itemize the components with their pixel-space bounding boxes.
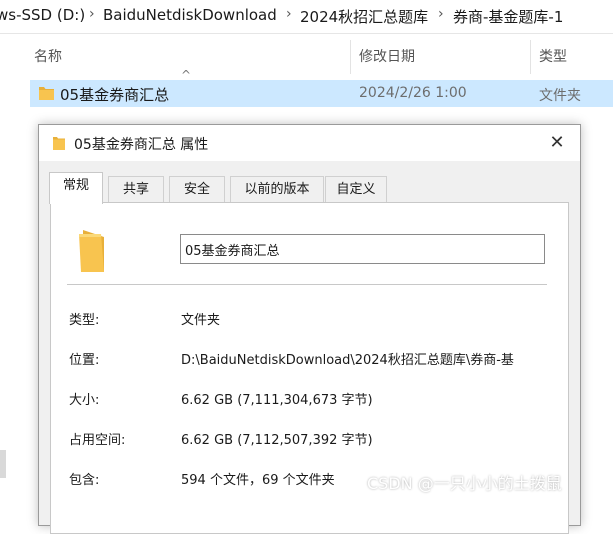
breadcrumb-2024-question-bank[interactable]: 2024秋招汇总题库 [300,6,428,27]
navigation-pane-scrollbar[interactable] [0,450,6,478]
file-name: 05基金券商汇总 [60,86,170,104]
breadcrumb-drive[interactable]: ws-SSD (D:) [0,6,85,24]
dialog-title-bar[interactable]: 05基金券商汇总 属性 ✕ [39,125,580,161]
column-divider[interactable] [350,40,351,74]
folder-name-field[interactable] [180,234,545,264]
type-label: 类型: [69,313,100,328]
column-headers: ^ 名称 修改日期 类型 [0,34,613,82]
column-header-name[interactable]: 名称 [34,46,62,66]
tab-security[interactable]: 安全 [169,176,225,203]
tab-previous-versions[interactable]: 以前的版本 [230,176,324,203]
column-divider[interactable] [530,40,531,74]
dialog-title: 05基金券商汇总 属性 [74,137,209,153]
file-type: 文件夹 [539,88,581,104]
size-on-disk-value: 6.62 GB (7,112,507,392 字节) [181,433,373,448]
file-row-selected[interactable]: 05基金券商汇总 2024/2/26 1:00 文件夹 [30,80,613,107]
size-value: 6.62 GB (7,111,304,673 字节) [181,393,373,408]
size-label: 大小: [69,393,100,408]
column-header-type[interactable]: 类型 [539,46,567,66]
file-modified-date: 2024/2/26 1:00 [359,85,467,101]
location-label: 位置: [69,353,100,368]
close-icon[interactable]: ✕ [534,125,580,161]
folder-icon [39,87,54,100]
divider [67,284,547,285]
contains-label: 包含: [69,473,100,488]
breadcrumb-baidunetdisk[interactable]: BaiduNetdiskDownload [103,6,277,24]
column-header-modified[interactable]: 修改日期 [359,46,415,66]
chevron-right-icon[interactable]: › [286,6,292,22]
chevron-right-icon[interactable]: › [89,6,95,22]
tab-customize[interactable]: 自定义 [325,176,387,203]
chevron-right-icon[interactable]: › [438,6,444,22]
folder-icon [79,230,104,272]
watermark: CSDN @一只小小的土拨鼠 [367,474,562,493]
size-on-disk-label: 占用空间: [69,433,126,448]
properties-dialog: 05基金券商汇总 属性 ✕ 常规 共享 安全 以前的版本 自定义 类型: 文件夹… [38,124,581,534]
type-value: 文件夹 [181,313,221,328]
tab-sharing[interactable]: 共享 [108,176,164,203]
tab-general[interactable]: 常规 [49,172,103,204]
location-value[interactable]: D:\BaiduNetdiskDownload\2024秋招汇总题库\券商-基 [181,349,563,368]
folder-icon [53,137,65,150]
breadcrumb: ws-SSD (D:) › BaiduNetdiskDownload › 202… [0,0,613,34]
breadcrumb-current-folder[interactable]: 券商-基金题库-1 [453,6,563,27]
